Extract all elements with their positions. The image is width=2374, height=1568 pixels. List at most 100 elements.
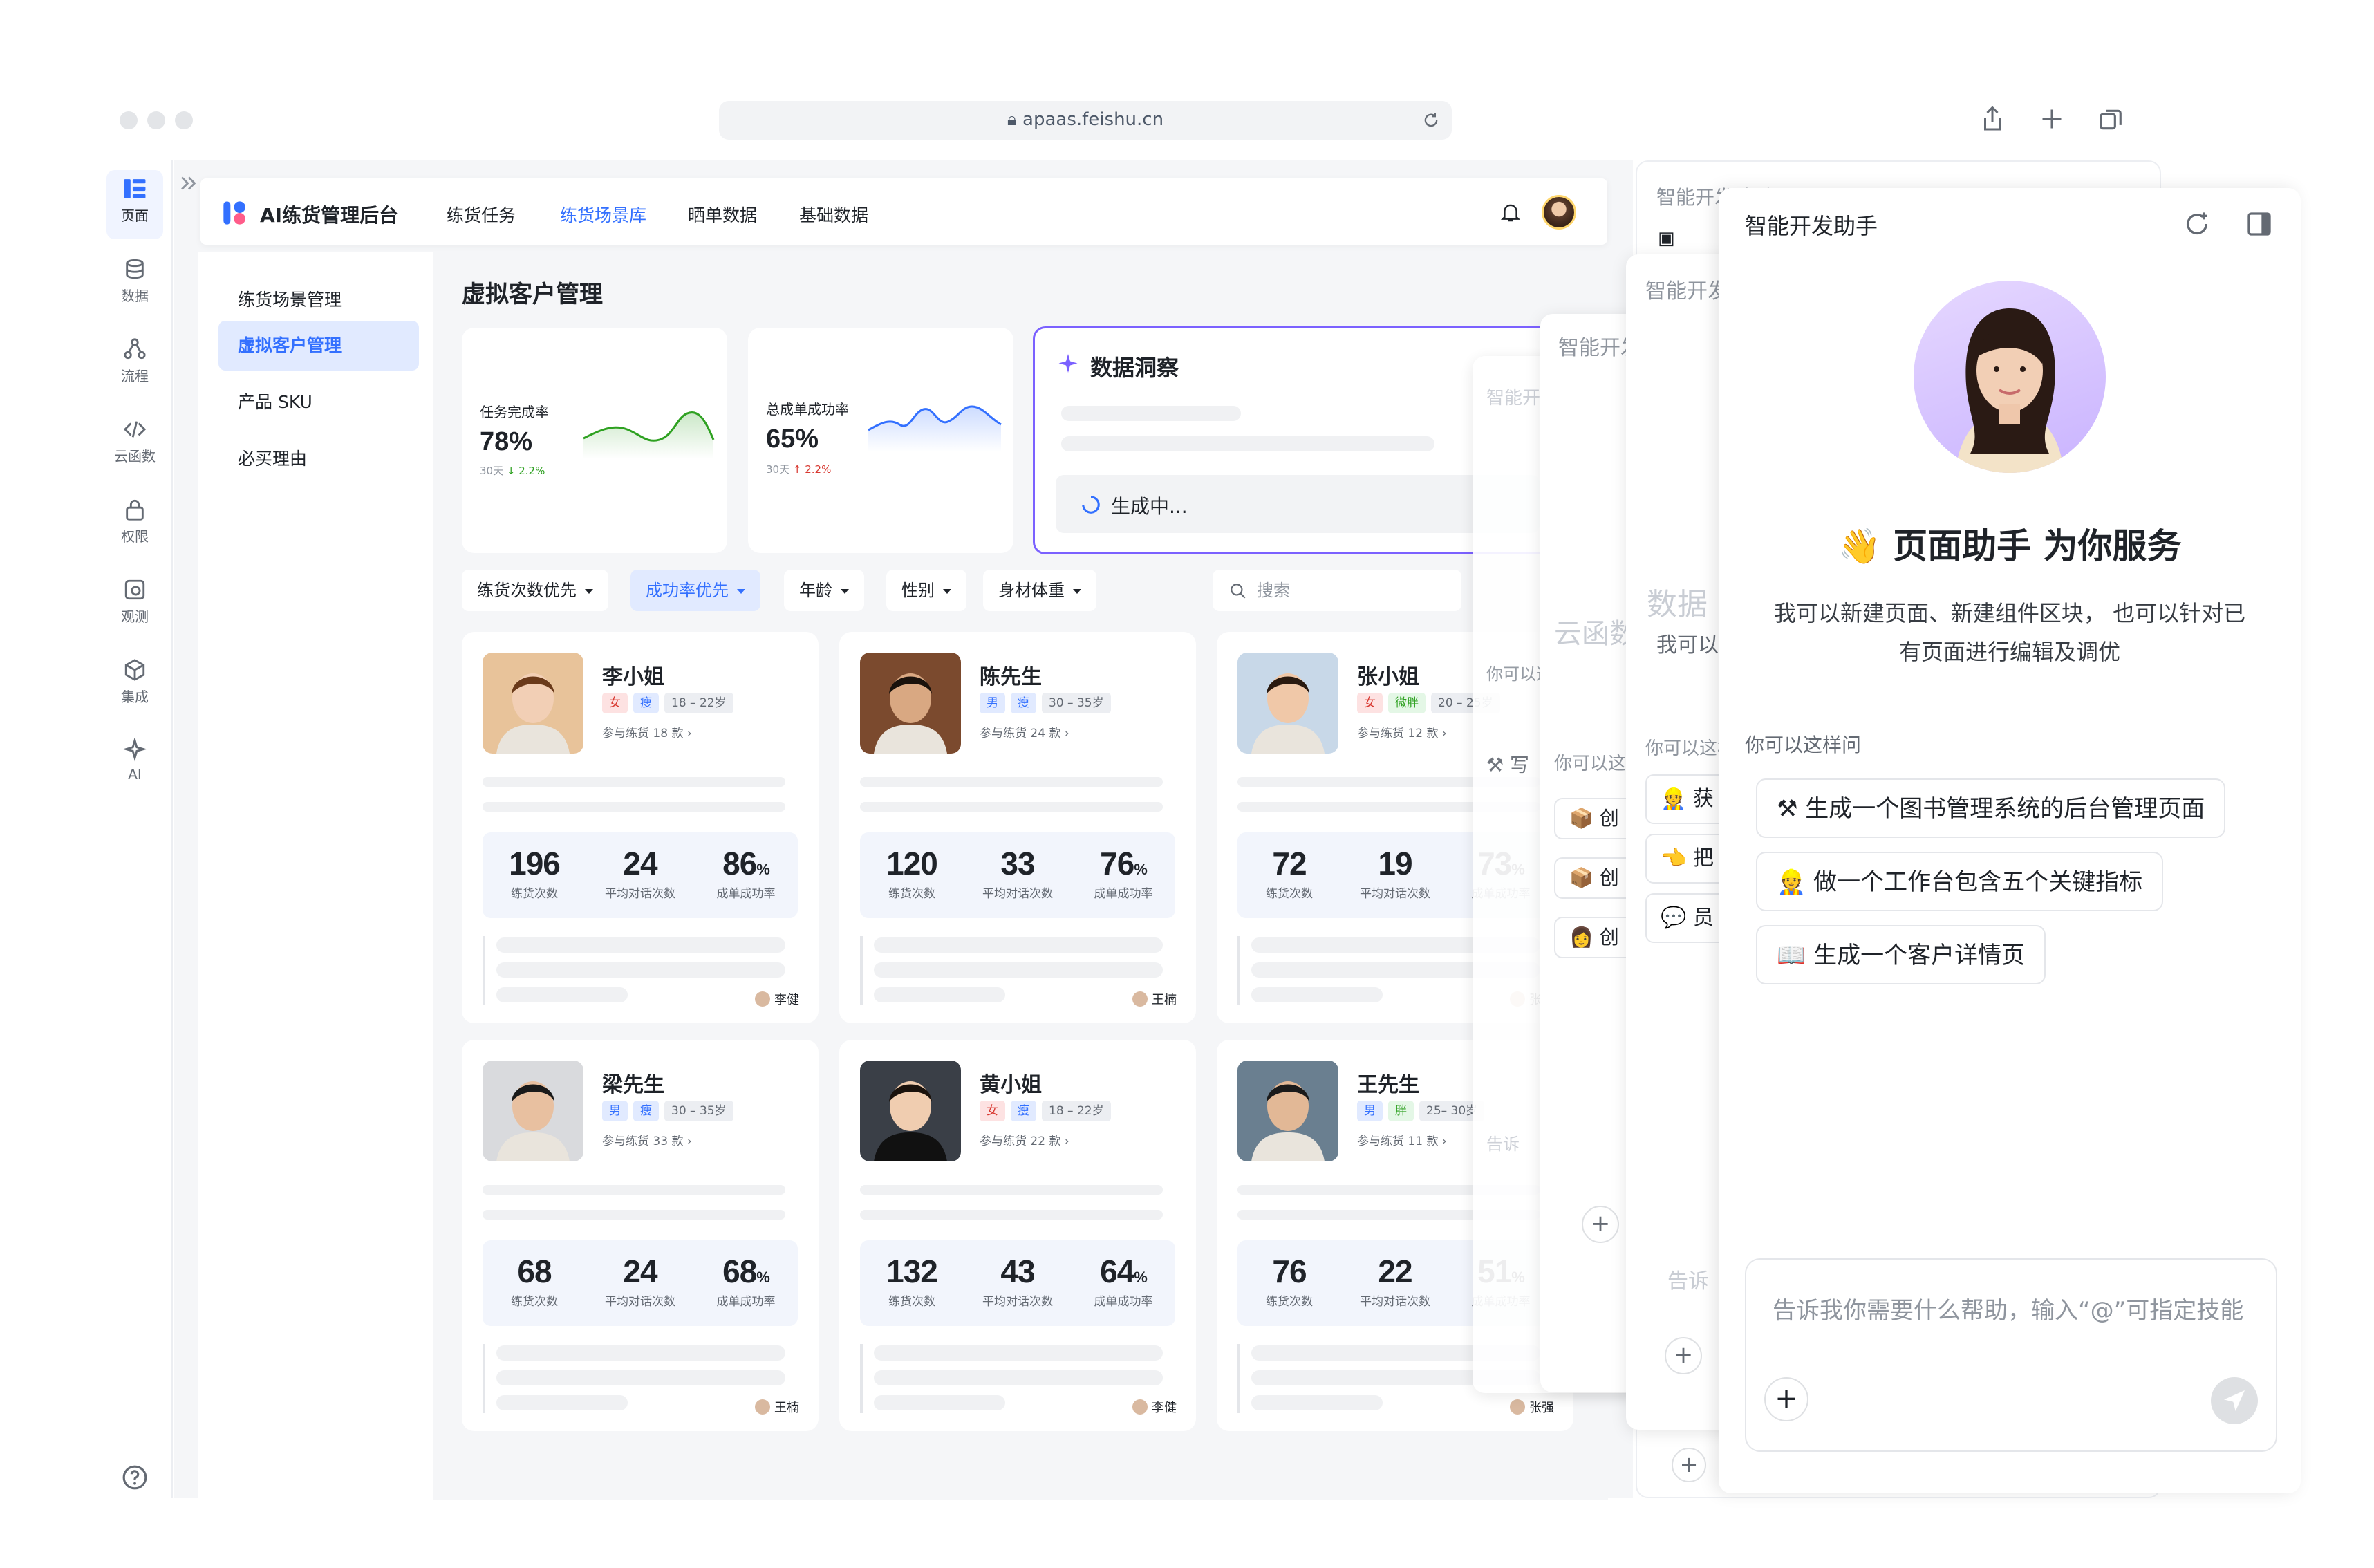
filter-gender[interactable]: 性别	[886, 570, 966, 611]
sidebar-item-integration[interactable]: 集成	[97, 658, 173, 706]
ghost-input: 告诉	[1667, 1269, 1709, 1294]
filter-body[interactable]: 身材体重	[983, 570, 1096, 611]
skeleton-line	[860, 1210, 1163, 1220]
stat-avg-dialogs: 43 平均对话次数	[982, 1253, 1053, 1309]
app-logo-icon	[223, 201, 245, 225]
practice-count-link[interactable]: 参与练货 33 款 ›	[602, 1131, 692, 1148]
sidebar-item-cloud-function[interactable]: 云函数	[97, 418, 173, 465]
expand-icon[interactable]	[177, 171, 200, 195]
subnav-item-scene[interactable]: 练货场景管理	[218, 275, 419, 325]
age-tag: 18 – 22岁	[1042, 1101, 1111, 1121]
divider	[483, 936, 485, 1005]
tabs-overview-icon[interactable]	[2097, 106, 2124, 133]
sidebar-toggle-icon[interactable]	[2245, 210, 2273, 238]
url-text: 🔒︎ apaas.feishu.cn	[1007, 109, 1164, 130]
age-tag: 30 – 35岁	[664, 1101, 733, 1121]
skeleton-line	[874, 987, 1005, 1002]
monitor-icon	[124, 579, 145, 600]
assistant-input[interactable]: 告诉我你需要什么帮助，输入“@”可指定技能 +	[1745, 1258, 2277, 1452]
tab-scene-library[interactable]: 练货场景库	[560, 202, 646, 227]
stat-avg-dialogs: 24 平均对话次数	[605, 1253, 675, 1309]
window-minimize-dot[interactable]	[147, 111, 165, 129]
subnav-item-reason[interactable]: 必买理由	[218, 434, 419, 484]
filter-success-rate[interactable]: 成功率优先	[630, 570, 760, 611]
customer-tags: 女 瘦 18 – 22岁	[602, 693, 733, 713]
skeleton-line	[483, 1210, 785, 1220]
practice-count-link[interactable]: 参与练货 18 款 ›	[602, 723, 692, 740]
skeleton-line	[874, 1370, 1163, 1385]
skeleton-line	[483, 1185, 785, 1195]
insight-status: 生成中...	[1111, 495, 1188, 518]
filter-practice-count[interactable]: 练货次数优先	[462, 570, 608, 611]
skeleton-line	[874, 1345, 1163, 1361]
practice-count-link[interactable]: 参与练货 22 款 ›	[980, 1131, 1069, 1148]
skeleton-line	[496, 937, 785, 953]
kpi-card-success: 总成单成功率 65% 30天 ↑ 2.2%	[748, 328, 1013, 553]
sidebar-item-flow[interactable]: 流程	[97, 337, 173, 385]
address-bar[interactable]: 🔒︎ apaas.feishu.cn	[719, 101, 1452, 140]
stat-success-rate: 86% 成单成功率	[716, 846, 776, 901]
window-zoom-dot[interactable]	[175, 111, 193, 129]
card-author: 李健	[1132, 1398, 1177, 1416]
ghost-plus-icon: +	[1582, 1206, 1619, 1243]
search-input[interactable]: 搜索	[1213, 570, 1461, 611]
kpi-sparkline-blue	[868, 405, 1002, 452]
stat-avg-dialogs: 33 平均对话次数	[982, 846, 1053, 901]
age-tag: 30 – 35岁	[1042, 693, 1111, 713]
customer-tags: 男 瘦 30 – 35岁	[980, 693, 1111, 713]
assistant-panel: 智能开发助手 👋 页面助手 为你服务 我可以新建页面、新建组件区块， 也可以针对…	[1719, 188, 2301, 1493]
card-author: 李健	[755, 990, 799, 1008]
customer-card[interactable]: 梁先生 男 瘦 30 – 35岁 参与练货 33 款 › 68 练货次数 24 平均…	[462, 1040, 819, 1431]
kpi-label: 总成单成功率	[766, 401, 849, 418]
tab-practice-task[interactable]: 练货任务	[447, 202, 516, 227]
sidebar-item-permission[interactable]: 权限	[97, 498, 173, 545]
new-tab-icon[interactable]	[2039, 106, 2064, 131]
filter-age[interactable]: 年龄	[784, 570, 864, 611]
suggestion-library-page[interactable]: ⚒ 生成一个图书管理系统的后台管理页面	[1756, 778, 2226, 838]
share-icon[interactable]	[1980, 105, 2005, 133]
send-button[interactable]	[2211, 1377, 2258, 1424]
skeleton-line	[496, 1370, 785, 1385]
insight-progress: 生成中...	[1056, 475, 1540, 533]
age-tag: 18 – 22岁	[664, 693, 733, 713]
practice-count-link[interactable]: 参与练货 12 款 ›	[1357, 723, 1447, 740]
app-title: AI练货管理后台	[260, 204, 399, 227]
customer-card[interactable]: 黄小姐 女 瘦 18 – 22岁 参与练货 22 款 › 132 练货次数 43 平…	[839, 1040, 1196, 1431]
practice-count-link[interactable]: 参与练货 24 款 ›	[980, 723, 1069, 740]
subnav-item-sku[interactable]: 产品 SKU	[218, 377, 419, 427]
card-author: 王楠	[1132, 990, 1177, 1008]
customer-name: 张小姐	[1357, 665, 1419, 689]
practice-count-link[interactable]: 参与练货 11 款 ›	[1357, 1131, 1447, 1148]
customer-name: 陈先生	[980, 665, 1042, 689]
skeleton-line	[483, 802, 785, 812]
customer-name: 王先生	[1357, 1073, 1419, 1097]
kpi-sparkline-green	[583, 411, 715, 459]
bell-icon[interactable]	[1500, 202, 1521, 224]
reload-icon[interactable]	[1421, 111, 1441, 130]
sidebar-item-ai[interactable]: AI	[97, 738, 173, 783]
suggestion-workbench[interactable]: 👷 做一个工作台包含五个关键指标	[1756, 852, 2164, 911]
suggestion-customer-detail[interactable]: 📖 生成一个客户详情页	[1756, 925, 2046, 984]
customer-tags: 男 瘦 30 – 35岁	[602, 1101, 733, 1121]
help-icon[interactable]	[122, 1464, 148, 1491]
sidebar-item-observe[interactable]: 观测	[97, 578, 173, 626]
user-avatar[interactable]	[1542, 195, 1576, 230]
send-icon	[2224, 1390, 2245, 1411]
tab-order-data[interactable]: 晒单数据	[688, 202, 757, 227]
sidebar-item-page[interactable]: 页面	[97, 177, 173, 225]
caret-down-icon	[841, 588, 849, 594]
icon-sidebar: 页面 数据 流程 云函数 权限 观测 集成 AI	[97, 160, 173, 1498]
attach-plus-icon[interactable]: +	[1764, 1377, 1808, 1421]
sidebar-item-data[interactable]: 数据	[97, 257, 173, 305]
lock-icon	[126, 499, 144, 521]
customer-card[interactable]: 陈先生 男 瘦 30 – 35岁 参与练货 24 款 › 120 练货次数 33 平…	[839, 632, 1196, 1023]
window-close-dot[interactable]	[120, 111, 138, 129]
cube-icon	[124, 659, 145, 681]
customer-name: 黄小姐	[980, 1073, 1042, 1097]
new-chat-icon[interactable]	[2183, 210, 2211, 238]
tab-base-data[interactable]: 基础数据	[799, 202, 868, 227]
stat-practice-count: 68 练货次数	[511, 1253, 558, 1309]
customer-card[interactable]: 李小姐 女 瘦 18 – 22岁 参与练货 18 款 › 196 练货次数 24 平…	[462, 632, 819, 1023]
kpi-value: 78%	[480, 427, 533, 456]
subnav-item-virtual-customer[interactable]: 虚拟客户管理	[218, 321, 419, 371]
